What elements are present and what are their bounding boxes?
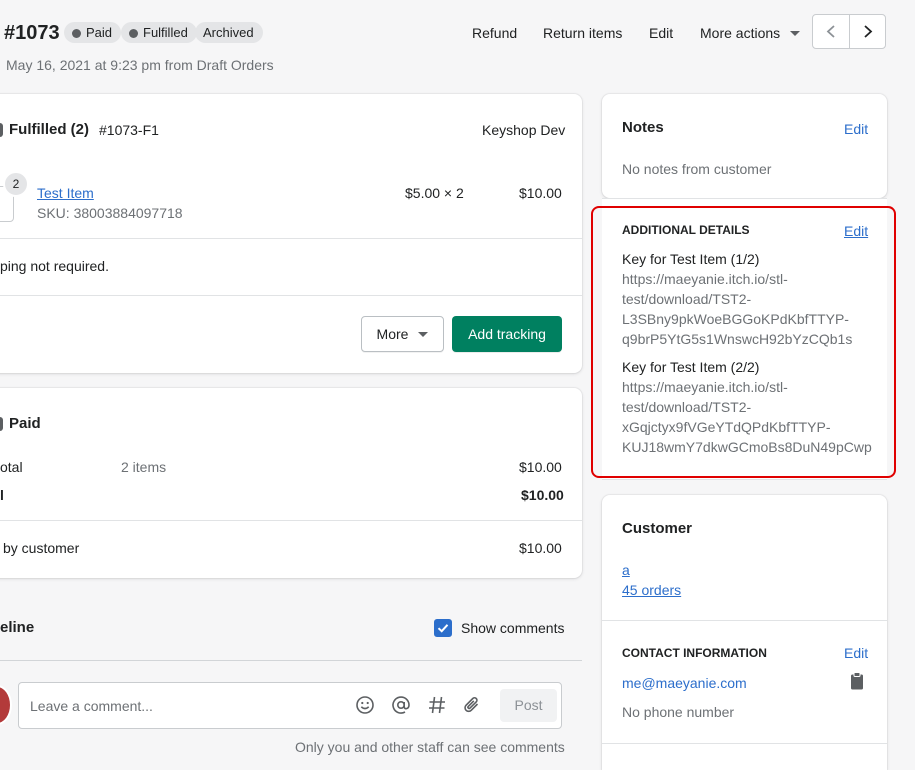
fulfilled-title: Fulfilled (2) bbox=[9, 121, 89, 138]
customer-card: Customer a 45 orders CONTACT INFORMATION… bbox=[602, 495, 887, 770]
divider bbox=[0, 660, 582, 661]
comments-privacy-note: Only you and other staff can see comment… bbox=[295, 739, 565, 755]
total-value: $10.00 bbox=[521, 487, 564, 503]
fulfillment-code: #1073-F1 bbox=[99, 122, 159, 138]
add-tracking-button[interactable]: Add tracking bbox=[452, 316, 562, 352]
notes-title: Notes bbox=[622, 119, 664, 136]
customer-name-link[interactable]: a bbox=[622, 562, 630, 578]
shipping-note: ping not required. bbox=[0, 258, 109, 274]
more-button[interactable]: More bbox=[361, 316, 444, 352]
line-total: $10.00 bbox=[519, 185, 562, 201]
fulfilled-status-icon bbox=[0, 123, 3, 137]
highlight-outline bbox=[591, 206, 896, 478]
comment-box: Leave a comment... Post bbox=[18, 682, 562, 729]
comment-input[interactable]: Leave a comment... bbox=[30, 698, 153, 714]
divider bbox=[602, 620, 887, 621]
caret-down-icon bbox=[790, 31, 801, 36]
more-actions-button[interactable]: More actions bbox=[700, 25, 801, 41]
checkmark-icon bbox=[437, 624, 449, 633]
timeline-title: eline bbox=[0, 619, 35, 636]
notes-edit-link[interactable]: Edit bbox=[844, 121, 868, 137]
subtotal-label: otal bbox=[0, 459, 23, 475]
divider bbox=[0, 520, 582, 521]
customer-phone: No phone number bbox=[622, 704, 735, 720]
pagination bbox=[812, 14, 886, 49]
copy-email-button[interactable] bbox=[850, 672, 864, 693]
return-items-button[interactable]: Return items bbox=[543, 25, 622, 41]
staff-avatar bbox=[0, 687, 10, 723]
customer-orders-link[interactable]: 45 orders bbox=[622, 582, 681, 598]
chevron-left-icon bbox=[826, 25, 835, 38]
show-comments-label[interactable]: Show comments bbox=[461, 620, 564, 636]
fulfilled-badge: Fulfilled bbox=[121, 22, 197, 43]
next-order-button[interactable] bbox=[850, 15, 886, 48]
subtotal-items: 2 items bbox=[121, 459, 167, 475]
attachment-icon[interactable] bbox=[462, 695, 482, 715]
show-comments-checkbox[interactable] bbox=[434, 619, 452, 637]
unit-price: $5.00 × 2 bbox=[405, 185, 464, 201]
hashtag-icon[interactable] bbox=[427, 695, 447, 715]
customer-title: Customer bbox=[622, 520, 693, 537]
paid-badge: Paid bbox=[64, 22, 122, 43]
edit-order-button[interactable]: Edit bbox=[649, 25, 673, 41]
fulfillment-card: Fulfilled (2) #1073-F1 Keyshop Dev 2 Tes… bbox=[0, 94, 582, 373]
paid-by-customer-value: $10.00 bbox=[519, 540, 562, 556]
clipboard-icon bbox=[851, 672, 863, 690]
fulfillment-location: Keyshop Dev bbox=[482, 122, 566, 138]
payment-title: Paid bbox=[9, 415, 41, 432]
mention-icon[interactable] bbox=[391, 695, 411, 715]
customer-email-link[interactable]: me@maeyanie.com bbox=[622, 675, 747, 691]
status-dot-icon bbox=[72, 29, 81, 38]
contact-edit-link[interactable]: Edit bbox=[844, 645, 868, 661]
order-number: #1073 bbox=[4, 22, 60, 44]
total-label: l bbox=[0, 487, 4, 503]
divider bbox=[0, 295, 582, 296]
archived-badge: Archived bbox=[195, 22, 263, 43]
paid-status-icon bbox=[0, 417, 3, 431]
subtotal-value: $10.00 bbox=[519, 459, 562, 475]
paid-by-customer-label: by customer bbox=[3, 540, 80, 556]
notes-body: No notes from customer bbox=[622, 161, 772, 177]
contact-information-title: CONTACT INFORMATION bbox=[622, 646, 767, 660]
chevron-right-icon bbox=[864, 25, 873, 38]
product-link[interactable]: Test Item bbox=[37, 185, 94, 201]
notes-card: Notes Edit No notes from customer bbox=[602, 94, 887, 198]
caret-down-icon bbox=[418, 332, 429, 337]
refund-button[interactable]: Refund bbox=[472, 25, 517, 41]
previous-order-button[interactable] bbox=[813, 15, 850, 48]
post-button[interactable]: Post bbox=[500, 689, 557, 722]
payment-card: Paid otal 2 items $10.00 l $10.00 by cus… bbox=[0, 388, 582, 578]
product-sku: SKU: 38003884097718 bbox=[37, 205, 183, 221]
status-dot-icon bbox=[129, 29, 138, 38]
quantity-badge: 2 bbox=[3, 171, 29, 197]
emoji-icon[interactable] bbox=[355, 695, 375, 715]
divider bbox=[602, 743, 887, 744]
divider bbox=[0, 238, 582, 239]
order-date: May 16, 2021 at 9:23 pm from Draft Order… bbox=[6, 57, 274, 73]
